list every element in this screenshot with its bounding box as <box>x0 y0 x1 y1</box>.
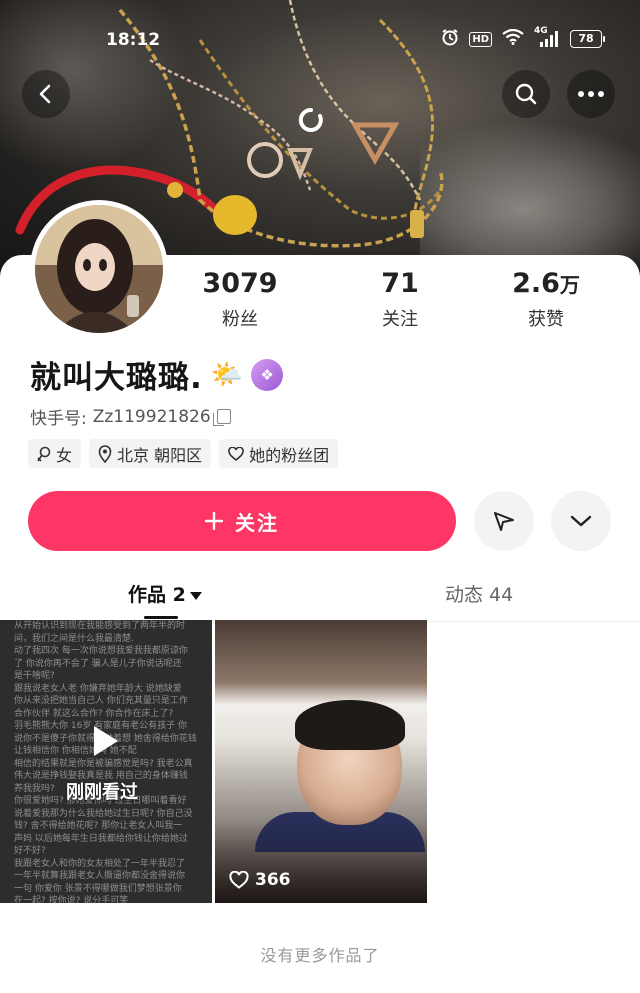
likes-count: 2.6 <box>512 268 560 299</box>
content-tabs: 作品 2 动态 44 <box>0 570 640 622</box>
active-tab-indicator <box>144 616 178 619</box>
search-button[interactable] <box>502 70 550 118</box>
work-likes-count: 366 <box>255 870 291 890</box>
profile-tags: 女 北京 朝阳区 她的粉丝团 <box>28 439 339 468</box>
avatar[interactable] <box>30 200 168 338</box>
signal-icon: 4G <box>534 26 560 48</box>
likes-unit: 万 <box>559 273 580 297</box>
location-pin-icon <box>98 444 112 463</box>
play-icon <box>94 726 118 756</box>
send-icon <box>494 512 514 531</box>
tab-moments[interactable]: 动态 44 <box>445 580 513 607</box>
battery-indicator: 78 <box>570 30 605 48</box>
location-tag-label: 北京 朝阳区 <box>117 445 203 465</box>
location-tag[interactable]: 北京 朝阳区 <box>89 439 212 468</box>
follow-button-label: 关注 <box>235 510 279 535</box>
following-stat[interactable]: 71 关注 <box>340 268 460 331</box>
kuaishou-id-row: 快手号: Zz119921826 <box>30 404 231 429</box>
more-horizontal-icon <box>578 91 604 97</box>
likes-label: 获赞 <box>528 309 564 330</box>
no-more-works-text: 没有更多作品了 <box>260 946 380 965</box>
heart-outline-icon <box>228 446 244 461</box>
sun-cloud-icon: 🌤️ <box>210 359 244 390</box>
expand-recommendations-button[interactable] <box>551 491 611 551</box>
profile-stats: 3079 粉丝 71 关注 2.6万 获赞 <box>180 268 640 338</box>
following-label: 关注 <box>382 309 418 330</box>
kuaishou-id-value: Zz119921826 <box>92 406 211 427</box>
fan-club-tag[interactable]: 她的粉丝团 <box>219 439 339 468</box>
followers-count: 3079 <box>202 268 278 299</box>
status-bar: 18:12 HD 4G 78 <box>0 0 640 80</box>
female-icon <box>37 446 51 462</box>
tab-works[interactable]: 作品 2 <box>128 580 202 607</box>
gender-tag: 女 <box>28 439 82 468</box>
likes-stat: 2.6万 获赞 <box>486 268 606 331</box>
work-thumbnail-1[interactable]: 从开始认识到现在我能感受到了两年半的时 间，我们之间是什么我最清楚. 动了我四次 每… <box>0 620 212 903</box>
wifi-icon <box>502 28 524 49</box>
followers-label: 粉丝 <box>222 309 258 330</box>
work-likes: 366 <box>229 870 291 890</box>
follow-button[interactable]: 关注 <box>28 491 456 551</box>
heart-icon <box>229 871 249 889</box>
hd-badge: HD <box>469 31 492 47</box>
search-icon <box>515 83 537 105</box>
chevron-down-icon <box>570 515 592 527</box>
plus-icon <box>205 512 223 530</box>
profile-name: 就叫大璐璐. <box>30 360 203 396</box>
recently-viewed-label: 刚刚看过 <box>66 782 138 803</box>
more-options-button[interactable] <box>567 70 615 118</box>
send-message-button[interactable] <box>474 491 534 551</box>
followers-stat[interactable]: 3079 粉丝 <box>180 268 300 331</box>
verified-badge-icon[interactable]: ❖ <box>251 358 284 391</box>
status-time: 18:12 <box>106 30 161 50</box>
following-count: 71 <box>381 268 419 299</box>
gender-tag-label: 女 <box>56 445 73 465</box>
copy-icon[interactable] <box>212 409 231 426</box>
fan-club-tag-label: 她的粉丝团 <box>249 445 330 465</box>
caret-down-icon <box>189 591 202 600</box>
back-button[interactable] <box>22 70 70 118</box>
tab-works-label: 作品 2 <box>128 584 186 606</box>
profile-name-row: 就叫大璐璐. 🌤️ ❖ <box>30 352 284 397</box>
alarm-icon <box>441 28 459 50</box>
work-thumbnail-2[interactable]: 366 <box>215 620 427 903</box>
loading-spinner-icon <box>295 106 327 138</box>
kuaishou-id-label: 快手号: <box>30 409 87 429</box>
chevron-left-icon <box>39 84 51 104</box>
